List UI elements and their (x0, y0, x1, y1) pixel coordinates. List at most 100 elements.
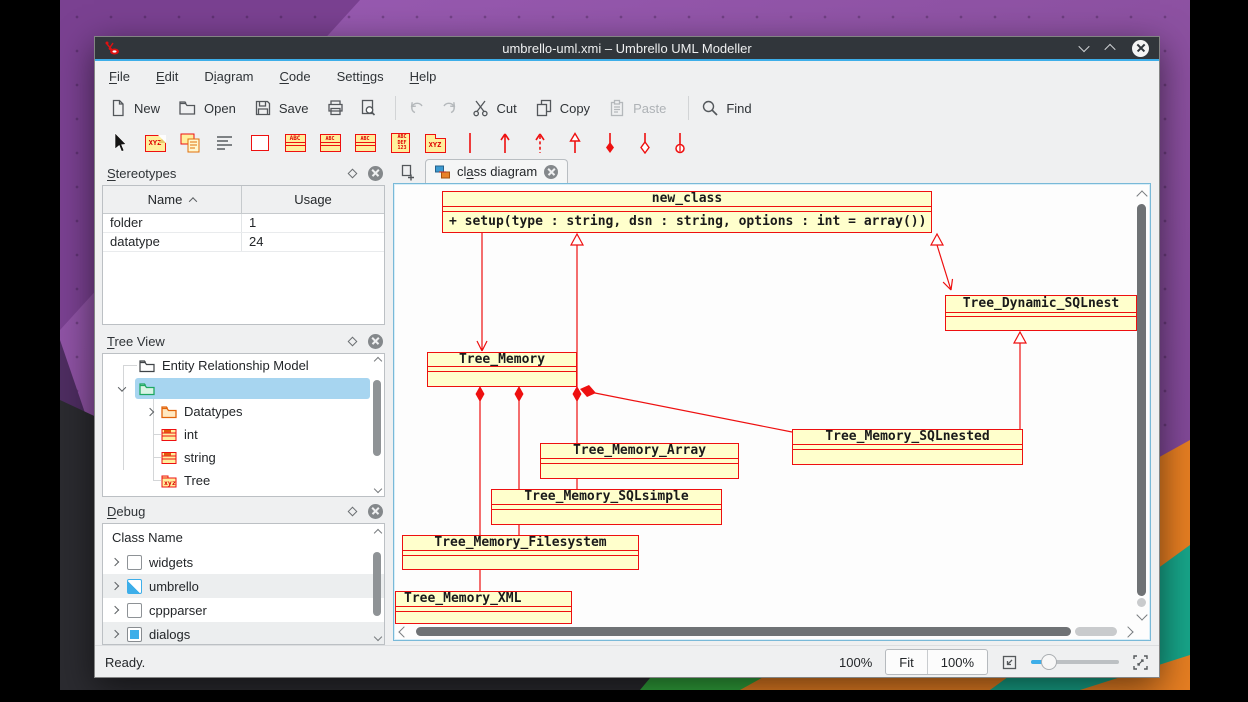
uml-class-tree-memory[interactable]: Tree_Memory (427, 352, 577, 387)
tree-item-entity-relationship-model[interactable]: Entity Relationship Model (103, 354, 384, 377)
horizontal-scrollbar-track[interactable] (1075, 627, 1117, 636)
package-tool-button[interactable]: XYZ (422, 130, 448, 156)
diagram-canvas[interactable]: new_class + setup(type : string, dsn : s… (393, 183, 1151, 641)
copy-button[interactable]: Copy (535, 99, 590, 117)
class-tool-button[interactable]: ABC (282, 130, 308, 156)
new-tab-button[interactable] (393, 161, 421, 183)
table-row[interactable]: folder1 (103, 214, 384, 233)
stereotypes-panel-header[interactable]: Stereotypes (101, 163, 389, 183)
minimize-button[interactable] (1078, 41, 1089, 52)
connector-composition-treememory-sqlnested[interactable] (580, 385, 792, 432)
uml-class-tree-memory-filesystem[interactable]: Tree_Memory_Filesystem (402, 535, 639, 570)
aggregation-tool-button[interactable] (632, 130, 658, 156)
menu-diagram[interactable]: Diagram (204, 69, 253, 84)
checkbox-checked[interactable] (127, 627, 142, 642)
collapsed-chevron-icon[interactable] (111, 582, 119, 590)
collapsed-chevron-icon[interactable] (111, 630, 119, 638)
column-header-usage[interactable]: Usage (242, 186, 384, 213)
menu-file[interactable]: File (109, 69, 130, 84)
checkbox-unchecked[interactable] (127, 603, 142, 618)
menu-settings[interactable]: Settings (337, 69, 384, 84)
datatype-tool-button[interactable]: ABC (352, 130, 378, 156)
debug-item-cppparser[interactable]: cppparser (103, 598, 384, 622)
menu-help[interactable]: Help (410, 69, 437, 84)
connector-association-newclass-treememory[interactable] (477, 233, 487, 351)
paste-button[interactable]: Paste (608, 99, 666, 117)
zoom-slider-handle[interactable] (1041, 654, 1057, 670)
uml-class-tree-memory-sqlnested[interactable]: Tree_Memory_SQLnested (792, 429, 1023, 465)
tree-item-string[interactable]: string (103, 446, 384, 469)
association-tool-button[interactable] (457, 130, 483, 156)
close-panel-icon[interactable] (368, 334, 383, 349)
print-preview-button[interactable] (359, 99, 377, 117)
connector-generalization-sqlnested-treedynamic[interactable] (1014, 332, 1026, 429)
new-button[interactable]: New (109, 99, 160, 117)
fit-button[interactable]: Fit (886, 650, 927, 674)
cut-button[interactable]: Cut (472, 99, 516, 117)
tree-item-int[interactable]: int (103, 423, 384, 446)
tree-view-panel-header[interactable]: Tree View (101, 331, 389, 351)
save-button[interactable]: Save (254, 99, 309, 117)
close-tab-icon[interactable] (544, 165, 558, 179)
select-tool-button[interactable] (107, 130, 133, 156)
note-tool-button[interactable] (177, 130, 203, 156)
debug-item-widgets[interactable]: widgets (103, 550, 384, 574)
close-button[interactable] (1132, 40, 1149, 57)
tab-class-diagram[interactable]: class diagram (425, 159, 568, 183)
directional-association-tool-button[interactable] (492, 130, 518, 156)
connector-generalization-newclass-treedynamic[interactable] (931, 234, 953, 290)
vertical-scrollbar-track[interactable] (1137, 598, 1146, 607)
debug-scrollbar[interactable] (373, 552, 381, 616)
enum-tool-button[interactable]: ABCDEF123 (387, 130, 413, 156)
debug-item-umbrello[interactable]: umbrello (103, 574, 384, 598)
dependency-tool-button[interactable] (527, 130, 553, 156)
menu-code[interactable]: Code (280, 69, 311, 84)
tree-item-logical-view[interactable]: Logical View (103, 377, 384, 400)
debug-item-dialogs[interactable]: dialogs (103, 622, 384, 645)
collapsed-chevron-icon[interactable] (111, 606, 119, 614)
generalization-tool-button[interactable] (562, 130, 588, 156)
zoom-slider[interactable] (1031, 654, 1119, 670)
tree-item-tree[interactable]: xyz Tree (103, 469, 384, 492)
menu-edit[interactable]: Edit (156, 69, 178, 84)
redo-button[interactable] (440, 99, 458, 117)
float-panel-icon[interactable] (348, 336, 358, 346)
horizontal-scrollbar-thumb[interactable] (416, 627, 1071, 636)
zoom-100-button[interactable]: 100% (928, 650, 987, 674)
tree-view-scrollbar[interactable] (373, 380, 381, 456)
table-row[interactable]: datatype24 (103, 233, 384, 252)
checkbox-unchecked[interactable] (127, 555, 142, 570)
uml-class-tree-memory-sqlsimple[interactable]: Tree_Memory_SQLsimple (491, 489, 722, 525)
expand-icon[interactable] (1132, 654, 1149, 671)
undo-button[interactable] (408, 99, 426, 117)
maximize-button[interactable] (1104, 44, 1115, 55)
find-button[interactable]: Find (701, 99, 751, 117)
float-panel-icon[interactable] (348, 506, 358, 516)
uml-class-new_class[interactable]: new_class + setup(type : string, dsn : s… (442, 191, 932, 233)
collapsed-chevron-icon[interactable] (146, 407, 154, 415)
containment-tool-button[interactable] (667, 130, 693, 156)
box-tool-button[interactable] (247, 130, 273, 156)
close-panel-icon[interactable] (368, 166, 383, 181)
expanded-chevron-icon[interactable] (118, 383, 126, 391)
debug-panel-header[interactable]: Debug (101, 501, 389, 521)
uml-class-tree-memory-array[interactable]: Tree_Memory_Array (540, 443, 739, 479)
float-panel-icon[interactable] (348, 168, 358, 178)
uml-class-tree-dynamic-sqlnest[interactable]: Tree_Dynamic_SQLnest (945, 295, 1137, 331)
connector-composition-treememory-sqlsimple[interactable] (573, 386, 582, 402)
vertical-scrollbar-thumb[interactable] (1137, 204, 1146, 596)
fit-window-icon[interactable] (1001, 654, 1018, 671)
text-tool-button[interactable] (212, 130, 238, 156)
interface-tool-button[interactable]: ABC (317, 130, 343, 156)
initial-state-tool-button[interactable]: XYZ (142, 130, 168, 156)
tree-item-datatypes[interactable]: Datatypes (103, 400, 384, 423)
print-button[interactable] (326, 99, 345, 117)
uml-class-tree-memory-xml[interactable]: Tree_Memory_XML (395, 591, 572, 624)
collapsed-chevron-icon[interactable] (111, 558, 119, 566)
open-button[interactable]: Open (178, 99, 236, 117)
column-header-name[interactable]: Name (103, 186, 242, 213)
composition-tool-button[interactable] (597, 130, 623, 156)
checkbox-partial[interactable] (127, 579, 142, 594)
titlebar[interactable]: umbrello-uml.xmi – Umbrello UML Modeller (95, 37, 1159, 61)
close-panel-icon[interactable] (368, 504, 383, 519)
